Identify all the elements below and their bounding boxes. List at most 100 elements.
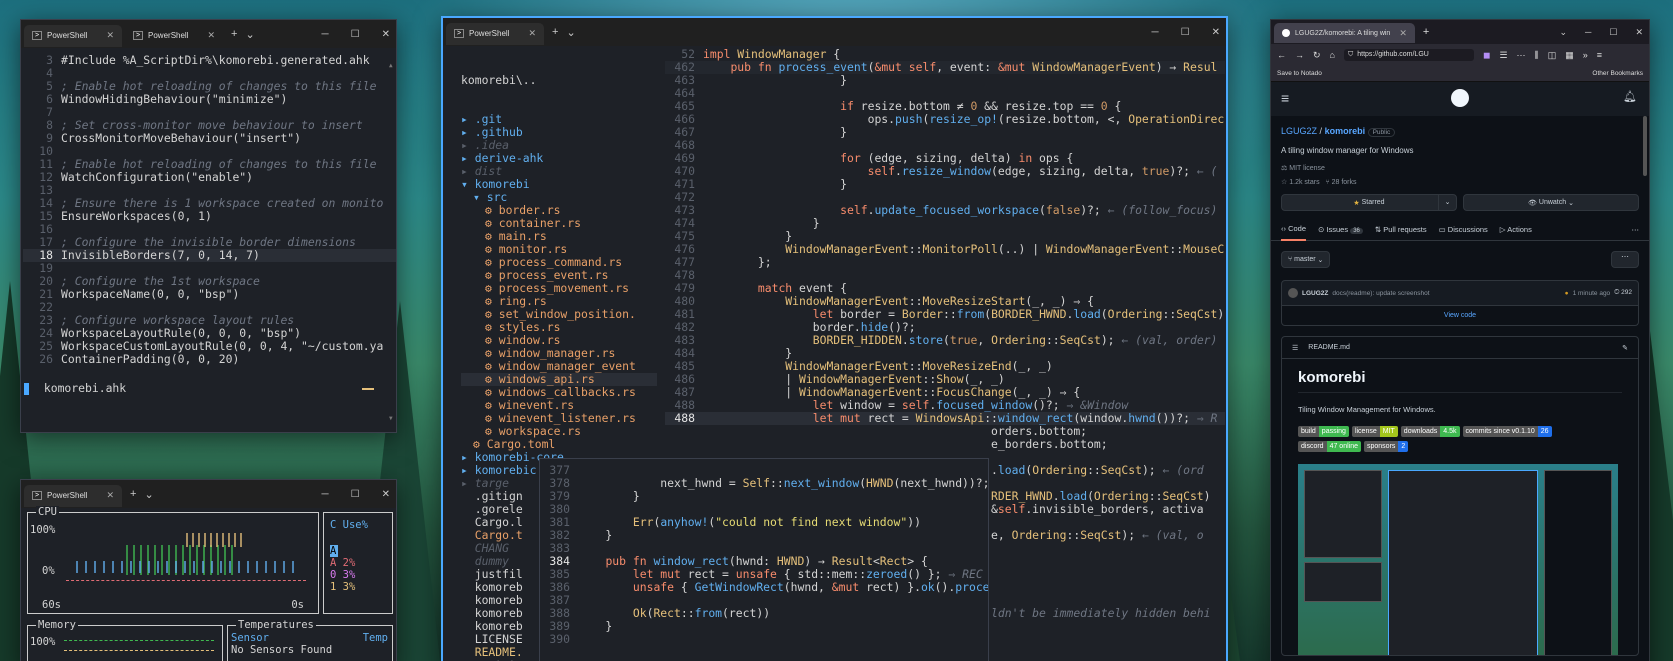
cpu-legend: C Use% A A 2% 0 3% 1 3% (323, 512, 393, 614)
branch-selector[interactable]: ⑂ master ⌄ (1281, 251, 1331, 268)
readme-badge[interactable]: discord 47 online (1298, 441, 1361, 452)
maximize-button[interactable]: ☐ (351, 489, 360, 500)
tab-discussions[interactable]: ▭ Discussions (1439, 225, 1488, 234)
minimize-button[interactable]: ─ (322, 489, 329, 500)
close-window-button[interactable]: ✕ (1635, 27, 1643, 38)
readme-badge[interactable]: license MIT (1351, 426, 1398, 437)
maximize-button[interactable]: ☐ (1181, 27, 1190, 38)
extensions-icon[interactable]: ▦ (1565, 50, 1574, 61)
bookmark-other[interactable]: Other Bookmarks (1592, 70, 1643, 77)
cpu-graph (66, 525, 306, 581)
unwatch-button[interactable]: 👁︎ Unwatch ⌄ (1463, 194, 1639, 211)
tab-powershell-1[interactable]: > PowerShell ✕ (24, 24, 123, 47)
browser-window[interactable]: LGUG2Z/komorebi: A tiling win ✕ + ⌄ ─ ☐ ✕ ← →… (1270, 19, 1650, 661)
tab-powershell[interactable]: > PowerShell ✕ (446, 22, 545, 45)
repo-name-link[interactable]: komorebi (1325, 126, 1366, 136)
url-bar[interactable]: ⛉ https://github.com/LGU (1343, 49, 1474, 61)
overflow-icon[interactable]: » (1583, 50, 1588, 60)
license-link[interactable]: ⚖ MIT license (1281, 164, 1639, 172)
container-icon[interactable]: ☰ (1499, 50, 1507, 61)
tab-pull-requests[interactable]: ⇅ Pull requests (1375, 225, 1427, 234)
hamburger-icon[interactable]: ≡ (1281, 90, 1289, 106)
maximize-button[interactable]: ☐ (1609, 27, 1617, 38)
code-text: } (578, 489, 640, 503)
forward-icon[interactable]: → (1295, 50, 1304, 60)
close-window-button[interactable]: ✕ (1212, 27, 1220, 38)
readme-badge[interactable]: sponsors 2 (1364, 441, 1409, 452)
new-tab-button[interactable]: + (231, 28, 237, 40)
page-scrollbar[interactable] (1643, 116, 1647, 176)
new-tab-button[interactable]: + (1423, 26, 1429, 38)
list-icon[interactable]: ☰ (1292, 344, 1298, 352)
more-tabs-icon[interactable]: ⋯ (1632, 225, 1640, 234)
close-tab-icon[interactable]: ✕ (1399, 28, 1407, 39)
status-filename: komorebi.ahk (43, 381, 127, 395)
terminal-window-btop[interactable]: > PowerShell ✕ + ⌄ ─ ☐ ✕ CPU 100% 0% 60s 0s … (20, 479, 397, 661)
commit-message-link[interactable]: docs(readme): update screenshot (1332, 290, 1429, 297)
terminal-window-nvim[interactable]: > PowerShell ✕ + ⌄ ─ ☐ ✕ komorebi\.. ▸ .git ▸… (441, 16, 1228, 661)
powershell-icon: > (133, 31, 144, 40)
code-text: } (703, 125, 848, 139)
minimize-button[interactable]: ─ (1152, 27, 1159, 38)
back-icon[interactable]: ← (1277, 50, 1286, 60)
tab-powershell[interactable]: > PowerShell ✕ (24, 484, 123, 507)
close-window-button[interactable]: ✕ (382, 29, 390, 40)
tab-actions[interactable]: ▷ Actions (1500, 225, 1532, 234)
tab-issues[interactable]: ⊙ Issues 36 (1318, 225, 1363, 234)
maximize-button[interactable]: ☐ (351, 29, 360, 40)
readme-badge[interactable]: build passing (1298, 426, 1349, 437)
github-logo-icon[interactable] (1451, 89, 1469, 107)
browser-tab[interactable]: LGUG2Z/komorebi: A tiling win ✕ (1274, 23, 1415, 43)
more-icon[interactable]: ⋯ (1517, 50, 1526, 61)
list-tabs-icon[interactable]: ⌄ (1559, 27, 1567, 38)
history-link[interactable]: 🕓︎ 292 (1614, 289, 1632, 297)
repo-owner-link[interactable]: LGUG2Z (1281, 126, 1317, 136)
shield-icon: ⛉ (1347, 51, 1354, 58)
stars-link[interactable]: ☆ 1.2k stars (1281, 179, 1320, 186)
tab-powershell-2[interactable]: > PowerShell ✕ (125, 25, 223, 47)
editor-content[interactable]: 3 #Include %A_ScriptDir%\komorebi.generat… (21, 48, 396, 366)
starred-button[interactable]: ★ Starred ⌄ (1281, 194, 1457, 211)
code-text: } (703, 73, 848, 87)
close-tab-icon[interactable]: ✕ (106, 490, 114, 501)
close-tab-icon[interactable]: ✕ (106, 30, 114, 41)
readme-badge[interactable]: commits since v0.1.10 26 (1462, 426, 1552, 437)
readme-badge[interactable]: downloads 4.5k (1400, 426, 1460, 437)
library-icon[interactable]: ⫼ (1535, 50, 1539, 61)
commit-author-link[interactable]: LGUG2Z (1302, 290, 1328, 297)
tab-code[interactable]: ‹› Code (1281, 218, 1307, 241)
sidebar-icon[interactable]: ◫ (1548, 50, 1557, 61)
readme-box: ☰ README.md ✎ komorebi Tiling Window Manag… (1281, 336, 1639, 656)
minimize-button[interactable]: ─ (322, 29, 329, 40)
home-icon[interactable]: ⌂ (1330, 50, 1335, 60)
code-text: }; (703, 255, 772, 269)
close-window-button[interactable]: ✕ (382, 489, 390, 500)
minimize-button[interactable]: ─ (1585, 27, 1591, 37)
powershell-icon: > (32, 31, 42, 40)
forks-link[interactable]: ⑂ 28 forks (1325, 179, 1356, 186)
tab-dropdown-button[interactable]: ⌄ (245, 28, 254, 41)
bookmark-notado[interactable]: Save to Notado (1277, 70, 1322, 77)
close-tab-icon[interactable]: ✕ (528, 28, 536, 39)
edit-icon[interactable]: ✎ (1622, 344, 1628, 352)
new-tab-button[interactable]: + (130, 488, 136, 500)
code-text: self.update_focused_workspace(false)?; ←… (840, 203, 1218, 217)
code-text: match event { (757, 281, 848, 295)
view-code-link[interactable]: View code (1281, 306, 1639, 326)
reload-icon[interactable]: ↻ (1313, 50, 1321, 61)
tab-dropdown-button[interactable]: ⌄ (144, 488, 153, 501)
extension-icon[interactable]: ◼ (1483, 50, 1490, 61)
new-tab-button[interactable]: + (552, 26, 558, 38)
code-text: } (703, 177, 848, 191)
terminal-window-ahk[interactable]: > PowerShell ✕ > PowerShell ✕ + ⌄ ─ ☐ ✕ 3 #Incl… (20, 19, 397, 433)
tab-dropdown-button[interactable]: ⌄ (566, 26, 575, 39)
powershell-icon: > (454, 29, 464, 38)
repo-title: LGUG2Z / komorebi Public (1281, 126, 1639, 137)
scrollbar[interactable]: ▲ ▼ (389, 62, 394, 422)
close-tab-icon[interactable]: ✕ (207, 30, 215, 41)
code-text: Err(anyhow!("could not find next window"… (632, 515, 921, 529)
code-text: self.resize_window(edge, sizing, delta, … (867, 164, 1218, 178)
menu-icon[interactable]: ≡ (1597, 50, 1602, 60)
notification-icon[interactable]: 🔔︎ (1623, 90, 1637, 103)
more-options-button[interactable]: ⋯ (1611, 251, 1639, 268)
